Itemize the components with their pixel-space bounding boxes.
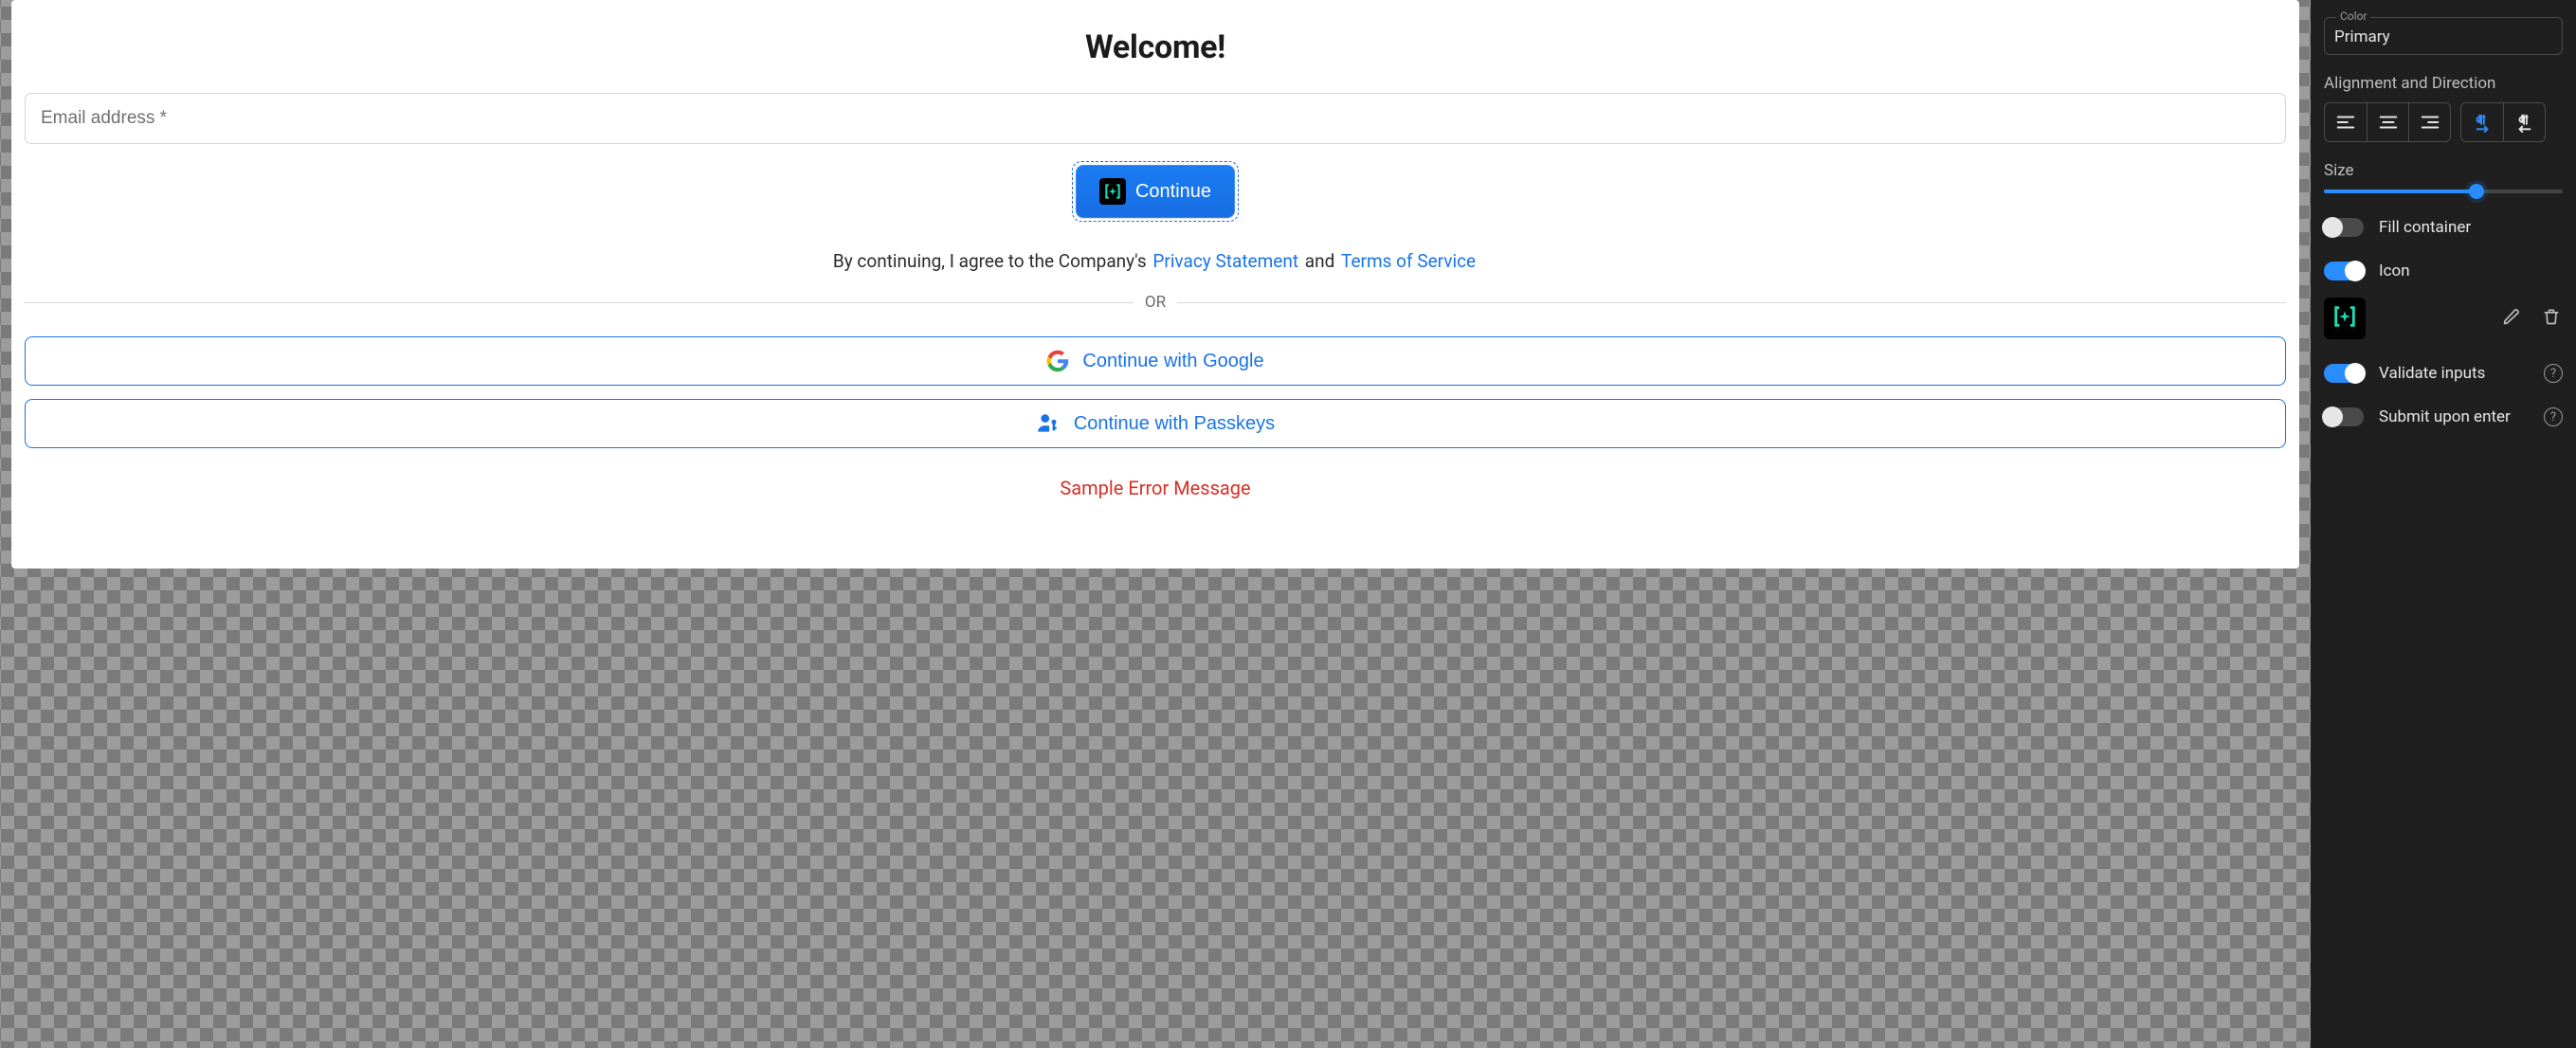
text-align-group [2324,102,2451,142]
color-field-value: Primary [2334,27,2552,46]
or-divider: OR [25,293,2286,312]
legal-disclaimer: By continuing, I agree to the Company's … [25,250,2286,272]
align-left-button[interactable] [2325,103,2367,141]
divider-line-left [25,302,1134,303]
color-select[interactable]: Color Primary [2324,17,2563,55]
pencil-icon [2502,307,2521,330]
color-field-label: Color [2336,9,2370,23]
fill-container-label: Fill container [2379,218,2471,237]
slider-fill [2324,190,2476,193]
fill-container-row: Fill container [2324,218,2563,237]
icon-toggle[interactable] [2324,262,2364,280]
toggle-knob [2322,407,2343,427]
help-icon[interactable]: ? [2544,364,2563,383]
size-slider[interactable] [2324,190,2563,193]
toggle-knob [2322,217,2343,238]
icon-preview[interactable] [2324,298,2366,339]
continue-button-label: Continue [1135,181,1211,203]
email-field[interactable] [25,93,2286,144]
bracket-star-icon [2331,303,2358,334]
validate-inputs-toggle[interactable] [2324,364,2364,383]
continue-button[interactable]: Continue [1076,165,1235,218]
align-center-button[interactable] [2367,103,2408,141]
slider-track [2324,190,2563,193]
design-canvas: Welcome! Continue By continuing, I agree… [0,0,2311,1048]
fill-container-toggle[interactable] [2324,218,2364,237]
edit-icon-button[interactable] [2500,307,2523,330]
continue-with-google-button[interactable]: Continue with Google [25,336,2286,386]
icon-toggle-label: Icon [2379,262,2410,280]
direction-ltr-button[interactable] [2461,103,2503,141]
legal-prefix: By continuing, I agree to the Company's [833,250,1147,272]
legal-joiner: and [1305,250,1335,272]
help-icon[interactable]: ? [2544,407,2563,426]
toggle-knob [2345,363,2366,384]
submit-enter-label: Submit upon enter [2379,407,2511,426]
divider-line-right [1177,302,2286,303]
privacy-statement-link[interactable]: Privacy Statement [1152,250,1298,272]
passkey-icon [1036,411,1061,436]
continue-with-passkeys-button[interactable]: Continue with Passkeys [25,399,2286,448]
direction-rtl-button[interactable] [2503,103,2545,141]
submit-enter-row: Submit upon enter ? [2324,407,2563,426]
passkeys-button-label: Continue with Passkeys [1074,413,1275,435]
icon-preview-row [2324,298,2563,339]
align-right-button[interactable] [2408,103,2450,141]
google-icon [1046,350,1069,372]
size-section-label: Size [2324,161,2563,180]
icon-tools [2500,307,2563,330]
login-card: Welcome! Continue By continuing, I agree… [11,0,2299,569]
page-title: Welcome! [25,28,2286,66]
or-text: OR [1145,293,1166,312]
alignment-toolbar [2324,102,2563,142]
trash-icon [2542,307,2561,330]
delete-icon-button[interactable] [2540,307,2563,330]
google-button-label: Continue with Google [1082,351,1263,372]
bracket-star-icon [1099,178,1126,205]
validate-inputs-label: Validate inputs [2379,364,2485,383]
error-message: Sample Error Message [25,477,2286,499]
alignment-section-label: Alignment and Direction [2324,74,2563,93]
continue-button-selection-outline: Continue [1072,161,1239,222]
inspector-panel: Color Primary Alignment and Direction [2311,0,2576,1048]
terms-of-service-link[interactable]: Terms of Service [1341,250,1476,272]
icon-row: Icon [2324,262,2563,280]
direction-group [2460,102,2546,142]
toggle-knob [2345,261,2366,281]
slider-thumb[interactable] [2469,184,2484,199]
submit-enter-toggle[interactable] [2324,407,2364,426]
validate-inputs-row: Validate inputs ? [2324,364,2563,383]
